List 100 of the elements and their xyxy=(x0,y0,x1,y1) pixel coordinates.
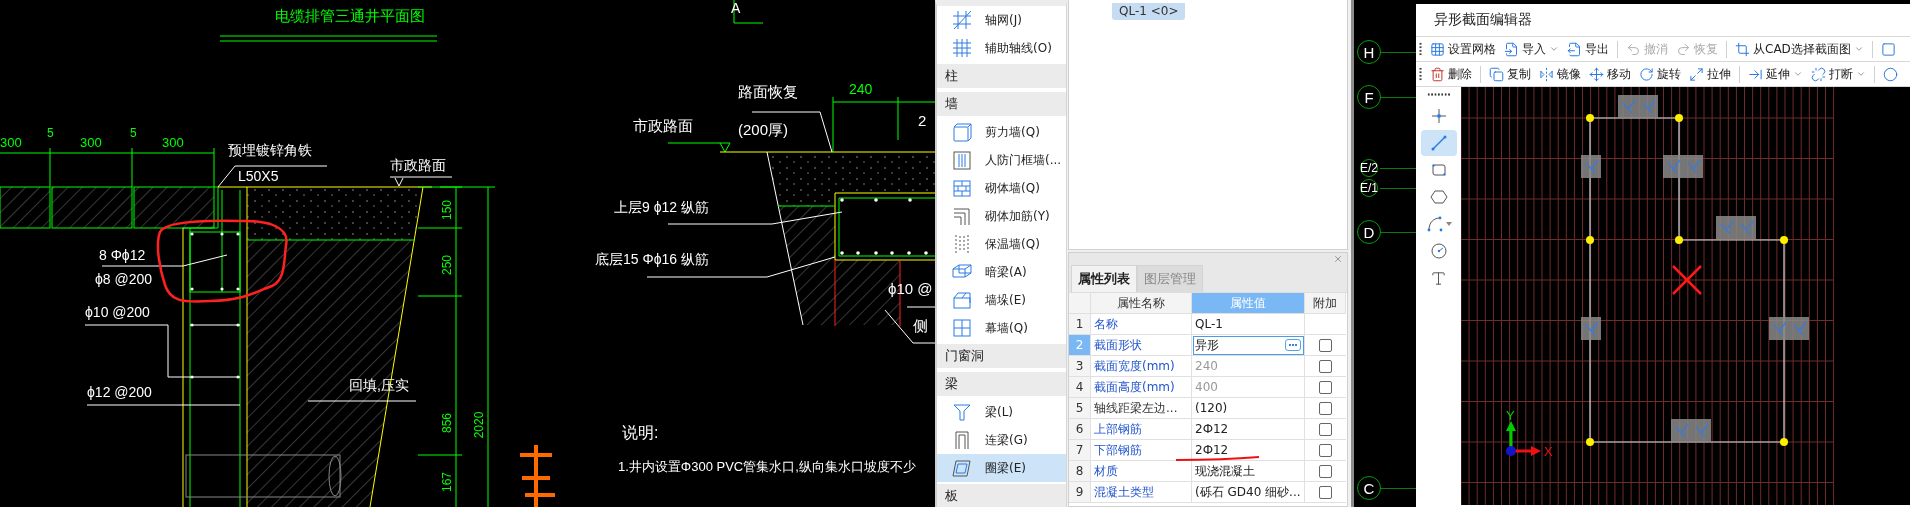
element-chip[interactable]: QL-1 <0> xyxy=(1112,3,1186,20)
rebar-marker[interactable] xyxy=(1716,216,1756,239)
toolbar-button[interactable]: 导出 xyxy=(1563,40,1613,58)
toolbar-button[interactable]: 设置网格 xyxy=(1426,40,1500,58)
drawing-label: (200厚) xyxy=(738,122,789,137)
palette-section[interactable]: 门窗洞 xyxy=(937,344,1066,368)
toolbar-button[interactable]: 延伸 xyxy=(1744,65,1807,83)
checkbox[interactable] xyxy=(1319,380,1332,394)
property-name: 名称 xyxy=(1091,314,1192,335)
toolbar-button[interactable]: 导入 xyxy=(1500,40,1563,58)
square-icon xyxy=(1880,41,1896,57)
checkbox[interactable] xyxy=(1319,464,1332,478)
checkbox[interactable] xyxy=(1319,338,1332,352)
palette-item[interactable]: 圈梁(E) xyxy=(937,454,1066,482)
palette-item[interactable]: 暗梁(A) xyxy=(937,258,1066,286)
rebar-marker[interactable] xyxy=(1769,317,1809,340)
break-icon xyxy=(1811,66,1826,82)
palette-section[interactable]: 墙 xyxy=(937,92,1066,116)
palette-section[interactable]: 梁 xyxy=(937,372,1066,396)
property-value: 现浇混凝土 xyxy=(1192,461,1305,482)
pier-icon xyxy=(951,289,973,311)
dimension-text: 240 xyxy=(849,82,873,96)
property-name: 混凝土类型 xyxy=(1091,482,1192,503)
property-value: QL-1 xyxy=(1192,314,1305,335)
vertex-dot[interactable] xyxy=(1780,438,1788,446)
palette-item[interactable]: 轴网(J) xyxy=(937,6,1066,34)
palette-item[interactable]: 保温墙(Q) xyxy=(937,230,1066,258)
dimension-text: 300 xyxy=(0,136,22,149)
property-name: 截面形状 xyxy=(1091,335,1192,356)
drawing-tool-button[interactable] xyxy=(1420,130,1457,156)
palette-item[interactable]: 砌体加筋(Y) xyxy=(937,202,1066,230)
vertex-dot[interactable] xyxy=(1586,236,1594,244)
toolbar-button[interactable]: 打断 xyxy=(1807,65,1870,83)
palette-item[interactable]: 幕墙(Q) xyxy=(937,314,1066,342)
vertex-dot[interactable] xyxy=(1586,114,1594,122)
toolbar-button[interactable]: 删除 xyxy=(1426,65,1476,83)
property-name: 上部钢筋 xyxy=(1091,419,1192,440)
grid-icon xyxy=(951,37,973,59)
palette-item[interactable]: 梁(L) xyxy=(937,398,1066,426)
palette-item[interactable]: 连梁(G) xyxy=(937,426,1066,454)
row-number: 5 xyxy=(1069,398,1091,419)
vertex-dot[interactable] xyxy=(1675,236,1683,244)
row-number: 4 xyxy=(1069,377,1091,398)
toolbar-button[interactable]: 从CAD选择截面图 xyxy=(1731,40,1868,58)
palette-item[interactable]: 剪力墙(Q) xyxy=(937,118,1066,146)
drawing-label: 8 Φϕ12 xyxy=(99,248,146,262)
file-arrow-icon xyxy=(1567,41,1582,57)
drawing-label: ϕ12 @200 xyxy=(87,385,152,399)
toolbar-button[interactable]: 复制 xyxy=(1485,65,1535,83)
rebar-marker[interactable] xyxy=(1663,155,1703,178)
dimension-text: 856 xyxy=(441,413,453,433)
checkbox[interactable] xyxy=(1319,485,1332,499)
palette-item[interactable]: 砌体墙(Q) xyxy=(937,174,1066,202)
slab-icon xyxy=(951,457,973,479)
panel-tab[interactable]: 属性列表 xyxy=(1071,265,1137,292)
property-value: 400 xyxy=(1192,377,1305,398)
column-header: 属性值 xyxy=(1192,293,1305,314)
toolbar-grip-icon[interactable] xyxy=(1419,42,1422,56)
toolbar-button[interactable]: 移动 xyxy=(1585,65,1635,83)
property-value-field[interactable]: 异形 xyxy=(1192,335,1305,356)
caret-icon xyxy=(1549,44,1559,54)
hexagon-icon xyxy=(1429,188,1448,206)
checkbox[interactable] xyxy=(1319,422,1332,436)
redo-icon xyxy=(1676,41,1691,57)
palette-item[interactable]: 辅助轴线(O) xyxy=(937,34,1066,62)
vertex-dot[interactable] xyxy=(1675,114,1683,122)
grid-icon xyxy=(1430,41,1445,57)
row-number: 8 xyxy=(1069,461,1091,482)
undo-icon xyxy=(1626,41,1641,57)
palette-item[interactable]: 人防门框墙(... xyxy=(937,146,1066,174)
property-value: 2Ф12 xyxy=(1192,440,1305,461)
more-button[interactable] xyxy=(1285,339,1301,351)
toolbar-button[interactable]: 拉伸 xyxy=(1685,65,1735,83)
property-name: 截面宽度(mm) xyxy=(1091,356,1192,377)
rebar-marker[interactable] xyxy=(1581,155,1601,178)
checkbox[interactable] xyxy=(1319,401,1332,415)
toolbar-button[interactable]: 镜像 xyxy=(1535,65,1585,83)
toolbar-grip-icon[interactable] xyxy=(1426,93,1451,96)
palette-item[interactable]: 墙垛(E) xyxy=(937,286,1066,314)
drawing-label: 上层9 ϕ12 纵筋 xyxy=(614,200,709,214)
vertex-dot[interactable] xyxy=(1586,438,1594,446)
section-outline[interactable] xyxy=(1589,117,1785,443)
marker-stroke-drawing xyxy=(518,443,557,507)
caret-icon xyxy=(1793,69,1803,79)
corner-lines-icon xyxy=(951,205,973,227)
drawing-label: 回填,压实 xyxy=(349,378,409,392)
vertex-dot[interactable] xyxy=(1780,236,1788,244)
property-value: (120) xyxy=(1192,398,1305,419)
palette-section[interactable]: 板 xyxy=(937,484,1066,507)
rebar-marker[interactable] xyxy=(1671,419,1711,442)
caret-icon xyxy=(1856,69,1866,79)
rebar-marker[interactable] xyxy=(1581,317,1601,340)
checkbox[interactable] xyxy=(1319,443,1332,457)
toolbar-grip-icon[interactable] xyxy=(1419,67,1422,81)
checkbox[interactable] xyxy=(1319,359,1332,373)
palette-section[interactable]: 柱 xyxy=(937,64,1066,88)
toolbar-button[interactable]: 旋转 xyxy=(1635,65,1685,83)
rebar-marker[interactable] xyxy=(1618,95,1658,118)
box-icon xyxy=(951,121,973,143)
dimension-text: 250 xyxy=(441,255,453,275)
